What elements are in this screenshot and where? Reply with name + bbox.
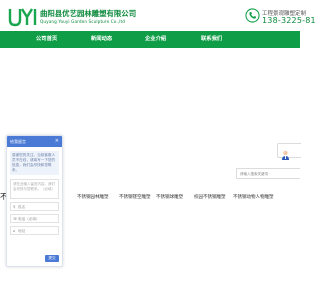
category-tab-campus[interactable]: 校园不锈钢雕塑 xyxy=(194,194,226,200)
service-avatar-icon xyxy=(281,145,290,160)
phone-number[interactable]: 138-3225-81 xyxy=(262,16,316,25)
nav-item-home[interactable]: 公司首页 xyxy=(36,31,57,48)
phone-field[interactable]: ☏电话（必填） xyxy=(10,214,59,223)
category-tab-sphere[interactable]: 不锈钢球雕塑 xyxy=(156,194,183,200)
logo-mark xyxy=(8,8,37,27)
chat-header: 给我留言 × xyxy=(7,136,62,147)
chat-title: 给我留言 xyxy=(10,139,26,144)
main-nav: 公司首页 新闻动态 企业介绍 联系我们 xyxy=(0,31,300,48)
submit-button[interactable]: 提交 xyxy=(45,255,59,262)
close-icon[interactable]: × xyxy=(55,136,59,147)
customer-service-button[interactable] xyxy=(277,143,301,160)
company-name: 曲阳县优艺园林雕塑有限公司 xyxy=(40,9,137,18)
header: 曲阳县优艺园林雕塑有限公司 Quyang Youyi Garden Sculpt… xyxy=(0,0,316,30)
name-placeholder: 姓名 xyxy=(18,205,26,209)
chat-message: 感谢您的关注，当前客服人员不在线，请填写一下您的信息，我们会尽快和您联系。 xyxy=(10,151,59,175)
message-textarea[interactable]: 请在此输入留言内容，我们会尽快与您联系。（必填） xyxy=(10,179,59,199)
category-tab-hollow[interactable]: 不锈钢镂空雕塑 xyxy=(119,194,151,200)
name-field[interactable]: ⚲ 姓名 xyxy=(10,202,59,211)
company-name-en: Quyang Youyi Garden Sculpture Co.,ltd xyxy=(40,19,126,24)
chat-widget: 给我留言 × 感谢您的关注，当前客服人员不在线，请填写一下您的信息，我们会尽快和… xyxy=(6,135,63,267)
nav-item-about[interactable]: 企业介绍 xyxy=(145,31,166,48)
phone-placeholder: 电话（必填） xyxy=(18,217,40,221)
nav-item-news[interactable]: 新闻动态 xyxy=(91,31,112,48)
category-tab-garden[interactable]: 不锈钢园林雕塑 xyxy=(77,194,109,200)
phone-icon xyxy=(245,8,260,23)
address-placeholder: 地址 xyxy=(18,229,26,233)
search-input[interactable]: 请输入搜索关键词 xyxy=(236,168,300,179)
nav-item-contact[interactable]: 联系我们 xyxy=(201,31,222,48)
address-field[interactable]: ⌂ 地址 xyxy=(10,226,59,235)
category-tab-animal[interactable]: 不锈钢动物人物雕塑 xyxy=(233,194,274,200)
company-logo[interactable] xyxy=(8,7,38,27)
